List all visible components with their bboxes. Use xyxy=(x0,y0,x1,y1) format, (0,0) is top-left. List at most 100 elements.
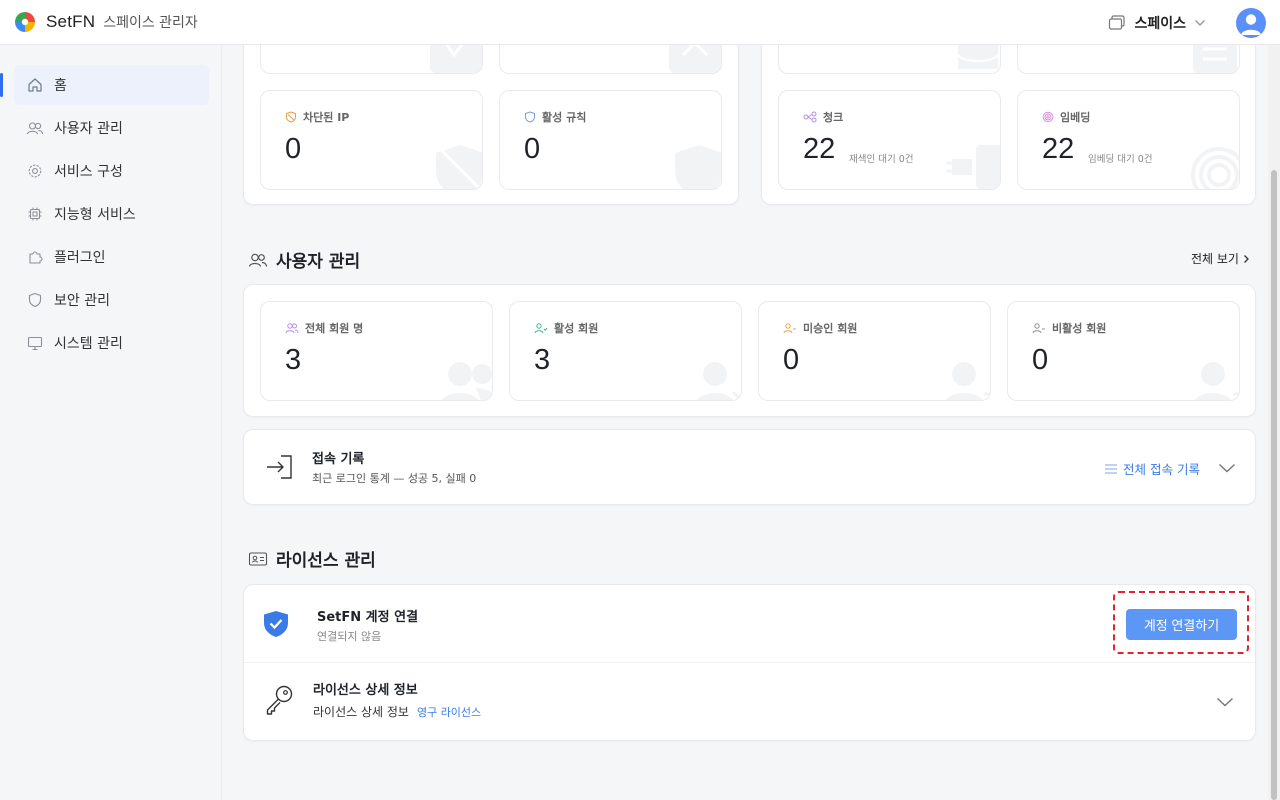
stat-subtext: 재색인 대기 0건 xyxy=(849,154,914,165)
shield-slash-icon xyxy=(286,111,296,123)
users-icon xyxy=(26,119,44,137)
user-avatar[interactable] xyxy=(1236,7,1266,38)
window-stack-icon xyxy=(1109,14,1126,30)
section-title: 라이선스 관리 xyxy=(276,551,376,571)
fingerprint-icon xyxy=(1042,111,1054,123)
stat-card-blocked-ip[interactable]: 차단된 IP 0 xyxy=(260,90,483,190)
section-title: 사용자 관리 xyxy=(276,252,361,272)
view-all-access-log-link[interactable]: 전체 접속 기록 xyxy=(1105,459,1200,478)
account-connection-title: SetFN 계정 연결 xyxy=(317,610,419,625)
license-panel: SetFN 계정 연결 연결되지 않음 계정 연결하기 라이선스 상세 정보 라… xyxy=(243,584,1256,741)
stat-card-inactive-members[interactable]: 비활성 회원 0 xyxy=(1007,301,1240,401)
stat-value: 0 xyxy=(783,344,800,376)
stat-label: 임베딩 xyxy=(1060,111,1091,124)
monitor-icon xyxy=(26,334,44,352)
page-scrollbar[interactable] xyxy=(1268,45,1280,800)
stat-label: 활성 회원 xyxy=(554,322,599,335)
shield-icon xyxy=(525,111,535,123)
plug-watermark-icon xyxy=(946,145,1000,189)
stat-card-embeddings[interactable]: 임베딩 22 임베딩 대기 0건 xyxy=(1017,90,1240,190)
space-label: 스페이스 xyxy=(1134,15,1186,32)
see-all-label: 전체 보기 xyxy=(1191,252,1239,266)
shield-check-icon xyxy=(264,611,288,637)
sidebar-item-users[interactable]: 사용자 관리 xyxy=(14,108,209,148)
sidebar-item-system[interactable]: 시스템 관리 xyxy=(14,323,209,363)
chevron-down-icon[interactable] xyxy=(1218,463,1236,473)
database-watermark-icon xyxy=(957,45,999,69)
user-clock-icon xyxy=(783,323,796,334)
sidebar-item-home[interactable]: 홈 xyxy=(0,65,209,105)
sidebar-item-service-config[interactable]: 서비스 구성 xyxy=(14,151,209,191)
users-icon xyxy=(285,323,299,334)
check-watermark-icon xyxy=(430,45,482,73)
user-avatar-icon xyxy=(1241,13,1261,35)
sidebar-item-label: 홈 xyxy=(54,78,67,94)
stat-value: 0 xyxy=(285,133,302,165)
stat-card-total-members[interactable]: 전체 회원 명 3 xyxy=(260,301,493,401)
license-details-label: 라이선스 상세 정보 xyxy=(313,705,409,719)
list-icon xyxy=(1105,463,1117,474)
space-switcher[interactable]: 스페이스 xyxy=(1108,13,1206,33)
users-icon xyxy=(248,253,268,267)
stat-value: 22 xyxy=(803,133,836,165)
license-details-title: 라이선스 상세 정보 xyxy=(313,683,418,698)
license-details-line: 라이선스 상세 정보 영구 라이선스 xyxy=(313,703,481,720)
user-section-heading: 사용자 관리 xyxy=(248,247,360,272)
app-title: 스페이스 관리자 xyxy=(103,15,198,31)
stat-value: 3 xyxy=(534,344,551,376)
stat-label: 청크 xyxy=(823,111,844,124)
puzzle-icon xyxy=(26,248,44,266)
sidebar-item-intelligent-service[interactable]: 지능형 서비스 xyxy=(14,194,209,234)
stat-card-active-members[interactable]: 활성 회원 3 xyxy=(509,301,742,401)
stat-subtext: 임베딩 대기 0건 xyxy=(1088,154,1153,165)
sidebar-item-label: 사용자 관리 xyxy=(54,121,123,137)
chevron-down-icon[interactable] xyxy=(1216,697,1234,707)
sidebar-item-label: 플러그인 xyxy=(54,250,106,266)
document-watermark-icon xyxy=(1193,45,1237,73)
stat-card-partial xyxy=(778,45,1001,74)
data-stats-panel: 청크 22 재색인 대기 0건 임베딩 22 임베딩 대기 0건 xyxy=(761,45,1256,205)
scrollbar-thumb[interactable] xyxy=(1271,170,1277,800)
stat-label: 비활성 회원 xyxy=(1052,322,1107,335)
stat-label: 활성 규칙 xyxy=(542,111,587,124)
login-icon xyxy=(267,455,292,479)
account-connection-status: 연결되지 않음 xyxy=(317,630,382,643)
stat-value: 3 xyxy=(285,344,302,376)
security-stats-panel: 차단된 IP 0 활성 규칙 0 xyxy=(243,45,739,205)
key-icon xyxy=(266,685,293,715)
id-card-icon xyxy=(248,551,268,566)
shield-watermark-icon xyxy=(675,145,721,189)
stat-label: 차단된 IP xyxy=(303,111,350,124)
home-icon xyxy=(26,76,44,94)
stat-label: 미승인 회원 xyxy=(803,322,858,335)
stat-card-partial xyxy=(499,45,722,74)
connect-account-button[interactable]: 계정 연결하기 xyxy=(1126,609,1237,640)
access-log-summary: 최근 로그인 통계 — 성공 5, 실패 0 xyxy=(312,472,477,485)
close-watermark-icon xyxy=(669,45,721,73)
fingerprint-watermark-icon xyxy=(1191,147,1239,189)
license-details-row[interactable]: 라이선스 상세 정보 라이선스 상세 정보 영구 라이선스 xyxy=(244,663,1255,740)
stat-value: 22 xyxy=(1042,133,1075,165)
user-minus-watermark-icon xyxy=(1194,362,1239,400)
stat-card-chunks[interactable]: 청크 22 재색인 대기 0건 xyxy=(778,90,1001,190)
users-watermark-icon xyxy=(441,362,492,400)
chevron-down-icon xyxy=(1195,19,1205,26)
chip-icon xyxy=(26,205,44,223)
shield-icon xyxy=(26,291,44,309)
license-type: 영구 라이선스 xyxy=(416,706,482,719)
sidebar-item-label: 시스템 관리 xyxy=(54,336,123,352)
stat-card-pending-members[interactable]: 미승인 회원 0 xyxy=(758,301,991,401)
chunk-nodes-icon xyxy=(803,111,817,123)
stat-card-active-rules[interactable]: 활성 규칙 0 xyxy=(499,90,722,190)
access-log-panel[interactable]: 접속 기록 최근 로그인 통계 — 성공 5, 실패 0 전체 접속 기록 xyxy=(243,429,1256,505)
sidebar-item-security[interactable]: 보안 관리 xyxy=(14,280,209,320)
sidebar-item-label: 서비스 구성 xyxy=(54,164,123,180)
stat-label: 전체 회원 명 xyxy=(305,322,364,335)
sidebar-item-plugins[interactable]: 플러그인 xyxy=(14,237,209,277)
access-log-title: 접속 기록 xyxy=(312,452,365,467)
stat-card-partial xyxy=(1017,45,1240,74)
see-all-users-link[interactable]: 전체 보기 xyxy=(1191,250,1250,267)
user-pending-watermark-icon xyxy=(945,362,990,400)
user-stats-panel: 전체 회원 명 3 활성 회원 3 미승인 회원 0 비활성 회원 0 xyxy=(243,284,1256,417)
user-minus-icon xyxy=(1032,323,1045,334)
